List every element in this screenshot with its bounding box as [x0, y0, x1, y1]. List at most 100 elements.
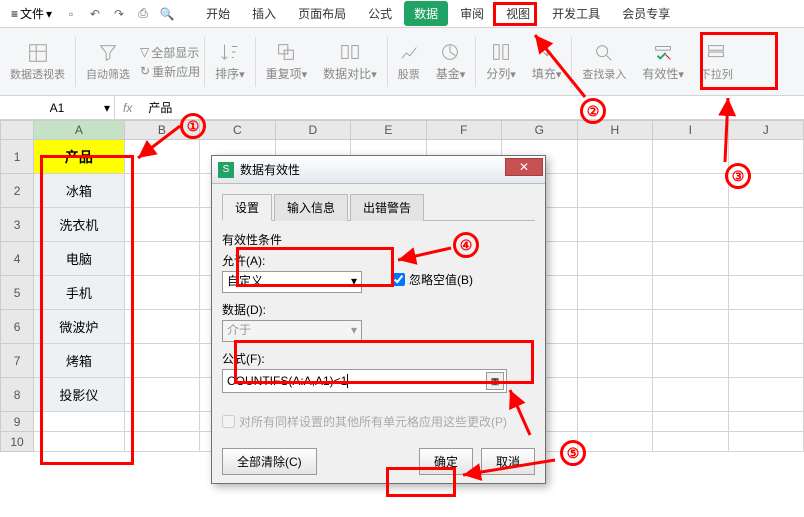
- showall-button[interactable]: ▽全部显示: [140, 44, 200, 61]
- row-header[interactable]: 1: [0, 140, 34, 174]
- col-header[interactable]: F: [427, 120, 502, 140]
- col-header[interactable]: H: [578, 120, 653, 140]
- cell[interactable]: [729, 310, 804, 344]
- dlg-tab-settings[interactable]: 设置: [222, 194, 272, 221]
- cell[interactable]: [578, 412, 653, 432]
- cell[interactable]: [729, 378, 804, 412]
- cell[interactable]: [125, 432, 200, 452]
- row-header[interactable]: 2: [0, 174, 34, 208]
- cell[interactable]: [729, 242, 804, 276]
- cell[interactable]: [729, 276, 804, 310]
- clear-all-button[interactable]: 全部清除(C): [222, 448, 317, 475]
- cell[interactable]: [653, 310, 728, 344]
- cell[interactable]: [125, 208, 200, 242]
- cell[interactable]: [653, 378, 728, 412]
- cell[interactable]: [578, 276, 653, 310]
- cell[interactable]: 烤箱: [34, 344, 125, 378]
- print-icon[interactable]: ⎙: [134, 5, 152, 23]
- sort-button[interactable]: 排序▾: [209, 39, 251, 84]
- cell[interactable]: [125, 242, 200, 276]
- tab-layout[interactable]: 页面布局: [288, 1, 356, 26]
- fund-button[interactable]: 基金▾: [430, 39, 472, 84]
- row-header[interactable]: 10: [0, 432, 34, 452]
- row-header[interactable]: 7: [0, 344, 34, 378]
- preview-icon[interactable]: 🔍: [158, 5, 176, 23]
- dialog-titlebar[interactable]: S 数据有效性 ✕: [212, 156, 545, 184]
- tab-dev[interactable]: 开发工具: [542, 1, 610, 26]
- cell[interactable]: [578, 208, 653, 242]
- cell[interactable]: [578, 310, 653, 344]
- fx-icon[interactable]: fx: [115, 101, 140, 115]
- validity-button[interactable]: 有效性▾: [636, 39, 690, 84]
- col-header[interactable]: G: [502, 120, 577, 140]
- tab-review[interactable]: 审阅: [450, 1, 494, 26]
- ok-button[interactable]: 确定: [419, 448, 473, 475]
- col-header[interactable]: D: [276, 120, 351, 140]
- cell[interactable]: [578, 432, 653, 452]
- tab-data[interactable]: 数据: [404, 1, 448, 26]
- row-header[interactable]: 5: [0, 276, 34, 310]
- filter-button[interactable]: 自动筛选: [80, 40, 136, 84]
- tab-home[interactable]: 开始: [196, 1, 240, 26]
- split-button[interactable]: 分列▾: [480, 39, 522, 84]
- close-button[interactable]: ✕: [505, 158, 543, 176]
- allow-select[interactable]: 自定义: [222, 271, 362, 293]
- select-all-corner[interactable]: [0, 120, 34, 140]
- cell[interactable]: 产品: [34, 140, 125, 174]
- dlg-tab-error[interactable]: 出错警告: [350, 194, 424, 221]
- tab-view[interactable]: 视图: [496, 1, 540, 26]
- cell[interactable]: [653, 276, 728, 310]
- file-menu[interactable]: ≡ 文件 ▾: [5, 3, 58, 24]
- cell[interactable]: 投影仪: [34, 378, 125, 412]
- row-header[interactable]: 6: [0, 310, 34, 344]
- cell[interactable]: [729, 432, 804, 452]
- cell[interactable]: [125, 344, 200, 378]
- col-header[interactable]: I: [653, 120, 728, 140]
- cell[interactable]: 微波炉: [34, 310, 125, 344]
- ignore-blank-checkbox[interactable]: 忽略空值(B): [392, 271, 473, 288]
- redo-icon[interactable]: ↷: [110, 5, 128, 23]
- cell[interactable]: [729, 174, 804, 208]
- fill-button[interactable]: 填充▾: [526, 39, 568, 84]
- cell[interactable]: [653, 140, 728, 174]
- formula-bar[interactable]: 产品: [140, 99, 172, 116]
- cell[interactable]: [125, 378, 200, 412]
- find-button[interactable]: 查找录入: [576, 40, 632, 84]
- cell[interactable]: [653, 174, 728, 208]
- col-header[interactable]: J: [729, 120, 804, 140]
- reapply-button[interactable]: ↻重新应用: [140, 63, 200, 80]
- dedup-button[interactable]: 重复项▾: [260, 39, 314, 84]
- cell[interactable]: 手机: [34, 276, 125, 310]
- col-header[interactable]: B: [125, 120, 200, 140]
- cell[interactable]: 电脑: [34, 242, 125, 276]
- cell[interactable]: [653, 432, 728, 452]
- cell[interactable]: [34, 432, 125, 452]
- tab-vip[interactable]: 会员专享: [612, 1, 680, 26]
- cell[interactable]: [578, 140, 653, 174]
- cell[interactable]: [125, 140, 200, 174]
- cell[interactable]: [653, 412, 728, 432]
- col-header-a[interactable]: A: [34, 120, 125, 140]
- name-box[interactable]: A1▾: [0, 96, 115, 120]
- cell[interactable]: 洗衣机: [34, 208, 125, 242]
- tab-insert[interactable]: 插入: [242, 1, 286, 26]
- cell[interactable]: [578, 378, 653, 412]
- cell[interactable]: [125, 276, 200, 310]
- dlg-tab-input[interactable]: 输入信息: [274, 194, 348, 221]
- cell[interactable]: [578, 344, 653, 378]
- cell[interactable]: [729, 208, 804, 242]
- pivot-button[interactable]: 数据透视表: [4, 40, 71, 84]
- cell[interactable]: [125, 310, 200, 344]
- col-header[interactable]: C: [200, 120, 275, 140]
- dropdown-button[interactable]: 下拉列: [694, 40, 739, 84]
- save-icon[interactable]: ▫: [62, 5, 80, 23]
- compare-button[interactable]: 数据对比▾: [317, 39, 383, 84]
- cell[interactable]: [34, 412, 125, 432]
- tab-formula[interactable]: 公式: [358, 1, 402, 26]
- row-header[interactable]: 4: [0, 242, 34, 276]
- cell[interactable]: [729, 344, 804, 378]
- row-header[interactable]: 3: [0, 208, 34, 242]
- cell[interactable]: [578, 174, 653, 208]
- cell[interactable]: [125, 412, 200, 432]
- formula-input[interactable]: COUNTIFS(A:A,A1)<1 ▦: [222, 369, 507, 393]
